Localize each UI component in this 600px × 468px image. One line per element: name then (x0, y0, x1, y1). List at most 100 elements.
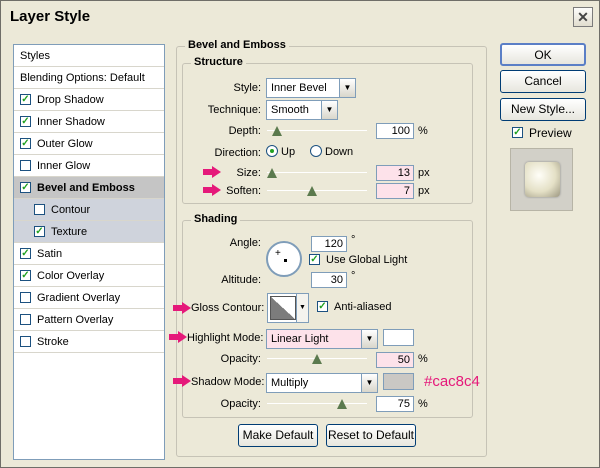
style-item-stroke[interactable]: Stroke (14, 331, 164, 353)
depth-slider[interactable] (267, 126, 367, 136)
highlight-opacity-slider[interactable] (267, 354, 367, 364)
global-light-label: Use Global Light (326, 254, 408, 266)
style-item-gradient-overlay[interactable]: Gradient Overlay (14, 287, 164, 309)
shadow-opacity-input[interactable]: 75 (376, 396, 414, 412)
style-item-satin[interactable]: ✓ Satin (14, 243, 164, 265)
window-title: Layer Style (10, 8, 91, 25)
direction-down-radio[interactable]: Down (310, 145, 353, 158)
preview-checkbox[interactable]: ✓ Preview (512, 126, 572, 140)
checkbox-icon[interactable]: ✓ (20, 269, 31, 281)
checkbox-icon[interactable]: ✓ (20, 181, 31, 193)
checkbox-icon[interactable] (34, 203, 45, 215)
technique-label: Technique: (207, 104, 261, 116)
angle-dial[interactable]: + (266, 241, 302, 277)
altitude-unit: ° (351, 270, 356, 282)
color-annotation: #cac8c4 (424, 373, 480, 390)
size-slider[interactable] (267, 168, 367, 178)
close-icon[interactable]: ✕ (573, 7, 593, 27)
chevron-down-icon: ▼ (321, 101, 337, 119)
checkbox-icon[interactable]: ✓ (34, 225, 45, 237)
shadow-opacity-slider[interactable] (267, 399, 367, 409)
technique-value: Smooth (271, 104, 309, 116)
checkbox-icon[interactable] (20, 313, 31, 325)
style-item-pattern-overlay[interactable]: Pattern Overlay (14, 309, 164, 331)
layer-style-dialog: Layer Style ✕ Styles Blending Options: De… (0, 0, 600, 468)
make-default-button[interactable]: Make Default (238, 424, 318, 447)
reset-to-default-button[interactable]: Reset to Default (326, 424, 416, 447)
style-item-inner-glow[interactable]: Inner Glow (14, 155, 164, 177)
checkbox-icon[interactable]: ✓ (20, 137, 31, 149)
anti-aliased-check-icon: ✓ (317, 300, 328, 312)
preview-swatch (525, 162, 560, 197)
size-label: Size: (236, 167, 261, 179)
size-unit: px (418, 167, 430, 179)
style-item-label: Color Overlay (37, 270, 105, 282)
style-select[interactable]: Inner Bevel ▼ (266, 78, 356, 98)
depth-label: Depth: (228, 125, 261, 137)
style-item-drop-shadow[interactable]: ✓ Drop Shadow (14, 89, 164, 111)
highlight-arrow-icon (169, 331, 187, 343)
angle-unit: ° (351, 234, 356, 246)
altitude-label: Altitude: (221, 274, 261, 286)
bevel-emboss-title: Bevel and Emboss (185, 39, 289, 51)
soften-label: Soften: (226, 185, 261, 197)
style-item-outer-glow[interactable]: ✓ Outer Glow (14, 133, 164, 155)
chevron-down-icon: ▼ (339, 79, 355, 97)
depth-input[interactable]: 100 (376, 123, 414, 139)
preview-label: Preview (529, 126, 572, 140)
style-item-bevel-and-emboss[interactable]: ✓ Bevel and Emboss (14, 177, 164, 199)
shadow-mode-select[interactable]: Multiply ▼ (266, 373, 378, 393)
shading-title: Shading (191, 213, 241, 225)
depth-unit: % (418, 125, 428, 137)
title-bar[interactable]: Layer Style ✕ (2, 2, 598, 30)
direction-up-radio[interactable]: Up (266, 145, 295, 158)
style-item-color-overlay[interactable]: ✓ Color Overlay (14, 265, 164, 287)
ok-button[interactable]: OK (500, 43, 586, 66)
chevron-down-icon: ▼ (296, 294, 308, 322)
style-item-inner-shadow[interactable]: ✓ Inner Shadow (14, 111, 164, 133)
style-item-contour[interactable]: Contour (14, 199, 164, 221)
checkbox-icon[interactable]: ✓ (20, 115, 31, 127)
style-item-styles[interactable]: Styles (14, 45, 164, 67)
angle-input[interactable]: 120 (311, 236, 347, 252)
global-light-checkbox[interactable]: ✓ Use Global Light (309, 253, 408, 266)
shadow-opacity-label: Opacity: (220, 398, 261, 410)
style-item-texture[interactable]: ✓ Texture (14, 221, 164, 243)
checkbox-icon[interactable]: ✓ (20, 247, 31, 259)
style-label: Style: (233, 82, 261, 94)
gloss-contour-picker[interactable]: ▼ (267, 293, 309, 323)
altitude-input[interactable]: 30 (311, 272, 347, 288)
anti-aliased-checkbox[interactable]: ✓ Anti-aliased (317, 300, 391, 313)
highlight-opacity-input[interactable]: 50 (376, 352, 414, 368)
highlight-opacity-unit: % (418, 353, 428, 365)
highlight-mode-select[interactable]: Linear Light ▼ (266, 329, 378, 349)
highlight-color-swatch[interactable] (383, 329, 414, 346)
direction-label: Direction: (214, 147, 261, 159)
radio-down-icon (310, 145, 322, 158)
cancel-button[interactable]: Cancel (500, 70, 586, 93)
shadow-color-swatch[interactable] (383, 373, 414, 390)
style-preview (510, 148, 573, 211)
shadow-mode-value: Multiply (271, 377, 309, 389)
checkbox-icon[interactable] (20, 159, 31, 171)
new-style-button[interactable]: New Style... (500, 98, 586, 121)
checkbox-icon[interactable]: ✓ (20, 93, 31, 105)
size-input[interactable]: 13 (376, 165, 414, 181)
style-item-label: Gradient Overlay (37, 292, 121, 304)
style-item-label: Bevel and Emboss (37, 182, 135, 194)
styles-list: Styles Blending Options: Default ✓ Drop Sha… (13, 44, 165, 460)
style-item-label: Inner Shadow (37, 116, 105, 128)
style-item-label: Blending Options: Default (20, 72, 145, 84)
style-item-label: Pattern Overlay (37, 314, 114, 326)
gloss-arrow-icon (173, 302, 191, 314)
style-value: Inner Bevel (271, 82, 327, 94)
style-item-label: Satin (37, 248, 63, 260)
technique-select[interactable]: Smooth ▼ (266, 100, 338, 120)
checkbox-icon[interactable] (20, 291, 31, 303)
soften-input[interactable]: 7 (376, 183, 414, 199)
soften-slider[interactable] (267, 186, 367, 196)
gloss-contour-label: Gloss Contour: (191, 302, 265, 314)
contour-curve-icon (270, 296, 296, 320)
style-item-blending-options-default[interactable]: Blending Options: Default (14, 67, 164, 89)
checkbox-icon[interactable] (20, 335, 31, 347)
